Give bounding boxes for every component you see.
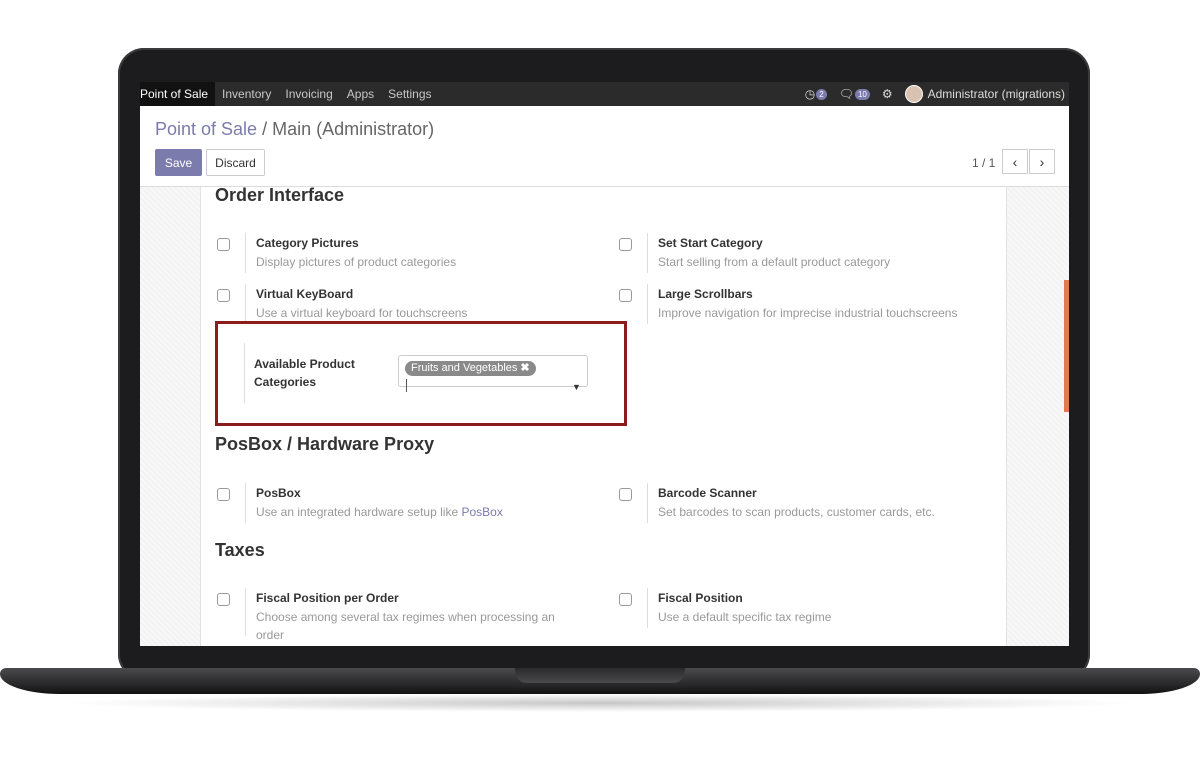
laptop-shadow xyxy=(60,694,1140,712)
setting-description: Display pictures of product categories xyxy=(256,255,457,269)
pager-value: 1 / 1 xyxy=(972,156,996,170)
divider xyxy=(647,483,648,523)
chat-icon: 🗨 xyxy=(838,87,854,101)
messages-badge: 10 xyxy=(854,88,870,100)
activity-button[interactable]: ◷ 2 xyxy=(805,87,827,101)
scrollbar[interactable] xyxy=(1064,280,1069,412)
posbox-desc-text: Use an integrated hardware setup like xyxy=(256,505,459,519)
user-menu[interactable]: Administrator (migrations) xyxy=(904,85,1065,103)
section-title-taxes: Taxes xyxy=(215,540,265,560)
setting-label: PosBox xyxy=(256,486,301,500)
divider xyxy=(245,588,246,636)
setting-label: Virtual KeyBoard xyxy=(256,287,354,301)
breadcrumb-separator: / xyxy=(262,119,268,139)
chevron-down-icon[interactable]: ▼ xyxy=(572,382,581,392)
available-categories-label: Available Product Categories xyxy=(254,357,355,389)
menu-apps[interactable]: Apps xyxy=(340,82,381,106)
divider xyxy=(244,343,245,403)
barcode-scanner-checkbox[interactable] xyxy=(619,488,632,501)
menu-invoicing[interactable]: Invoicing xyxy=(278,82,339,106)
setting-label: Category Pictures xyxy=(256,236,359,250)
setting-label: Set Start Category xyxy=(658,236,763,250)
control-panel: Point of Sale / Main (Administrator) Sav… xyxy=(140,106,1069,187)
breadcrumb-parent[interactable]: Point of Sale xyxy=(155,119,257,139)
bug-icon[interactable]: ⚙ xyxy=(882,87,893,101)
setting-label: Fiscal Position xyxy=(658,591,743,605)
chevron-left-icon: ‹ xyxy=(1012,153,1018,170)
divider xyxy=(245,483,246,523)
fiscal-position-per-order-checkbox[interactable] xyxy=(217,593,230,606)
app-menu: Point of Sale Inventory Invoicing Apps S… xyxy=(140,82,439,106)
setting-label: Large Scrollbars xyxy=(658,287,753,301)
setting-description: Start selling from a default product cat… xyxy=(658,255,891,269)
fiscal-position-checkbox[interactable] xyxy=(619,593,632,606)
divider xyxy=(245,233,246,273)
screen: Point of Sale Inventory Invoicing Apps S… xyxy=(140,82,1069,646)
messages-button[interactable]: 🗨 10 xyxy=(839,87,870,101)
virtual-keyboard-checkbox[interactable] xyxy=(217,289,230,302)
chevron-right-icon: › xyxy=(1039,153,1045,170)
posbox-checkbox[interactable] xyxy=(217,488,230,501)
section-title-order-interface: Order Interface xyxy=(215,185,345,205)
activity-badge: 2 xyxy=(816,88,827,100)
set-start-category-checkbox[interactable] xyxy=(619,238,632,251)
section-title-posbox: PosBox / Hardware Proxy xyxy=(215,434,435,454)
category-pictures-checkbox[interactable] xyxy=(217,238,230,251)
top-navbar: Point of Sale Inventory Invoicing Apps S… xyxy=(140,82,1069,106)
setting-description: Improve navigation for imprecise industr… xyxy=(658,306,958,320)
pager-previous-button[interactable]: ‹ xyxy=(1002,149,1028,174)
menu-settings[interactable]: Settings xyxy=(381,82,438,106)
user-name: Administrator (migrations) xyxy=(927,87,1065,101)
save-button[interactable]: Save xyxy=(155,149,202,176)
tag-label: Fruits and Vegetables xyxy=(411,362,518,374)
posbox-link[interactable]: PosBox xyxy=(461,505,502,519)
setting-description: Use a default specific tax regime xyxy=(658,610,832,624)
clock-icon: ◷ xyxy=(804,87,816,101)
discard-button[interactable]: Discard xyxy=(206,149,265,176)
setting-description: Use an integrated hardware setup like Po… xyxy=(256,503,586,521)
close-icon[interactable]: ✖ xyxy=(520,362,529,374)
menu-inventory[interactable]: Inventory xyxy=(215,82,278,106)
systray: ◷ 2 🗨 10 ⚙ Administrator (migrations) xyxy=(805,82,1065,106)
avatar xyxy=(904,85,923,103)
category-tag: Fruits and Vegetables ✖ xyxy=(405,361,536,376)
divider xyxy=(245,284,246,324)
setting-label: Fiscal Position per Order xyxy=(256,591,399,605)
text-cursor xyxy=(406,379,407,392)
breadcrumb: Point of Sale / Main (Administrator) xyxy=(155,119,434,140)
setting-description: Set barcodes to scan products, customer … xyxy=(658,505,935,519)
menu-point-of-sale[interactable]: Point of Sale xyxy=(140,82,216,106)
divider xyxy=(647,233,648,273)
available-categories-field[interactable]: Fruits and Vegetables ✖ ▼ xyxy=(398,355,588,392)
laptop-notch xyxy=(515,668,685,683)
breadcrumb-current: Main (Administrator) xyxy=(272,119,435,139)
large-scrollbars-checkbox[interactable] xyxy=(619,289,632,302)
setting-label: Barcode Scanner xyxy=(658,486,757,500)
setting-description: Use a virtual keyboard for touchscreens xyxy=(256,306,468,320)
divider xyxy=(647,588,648,628)
divider xyxy=(647,284,648,324)
setting-description: Choose among several tax regimes when pr… xyxy=(256,610,555,642)
pager-next-button[interactable]: › xyxy=(1029,149,1055,174)
